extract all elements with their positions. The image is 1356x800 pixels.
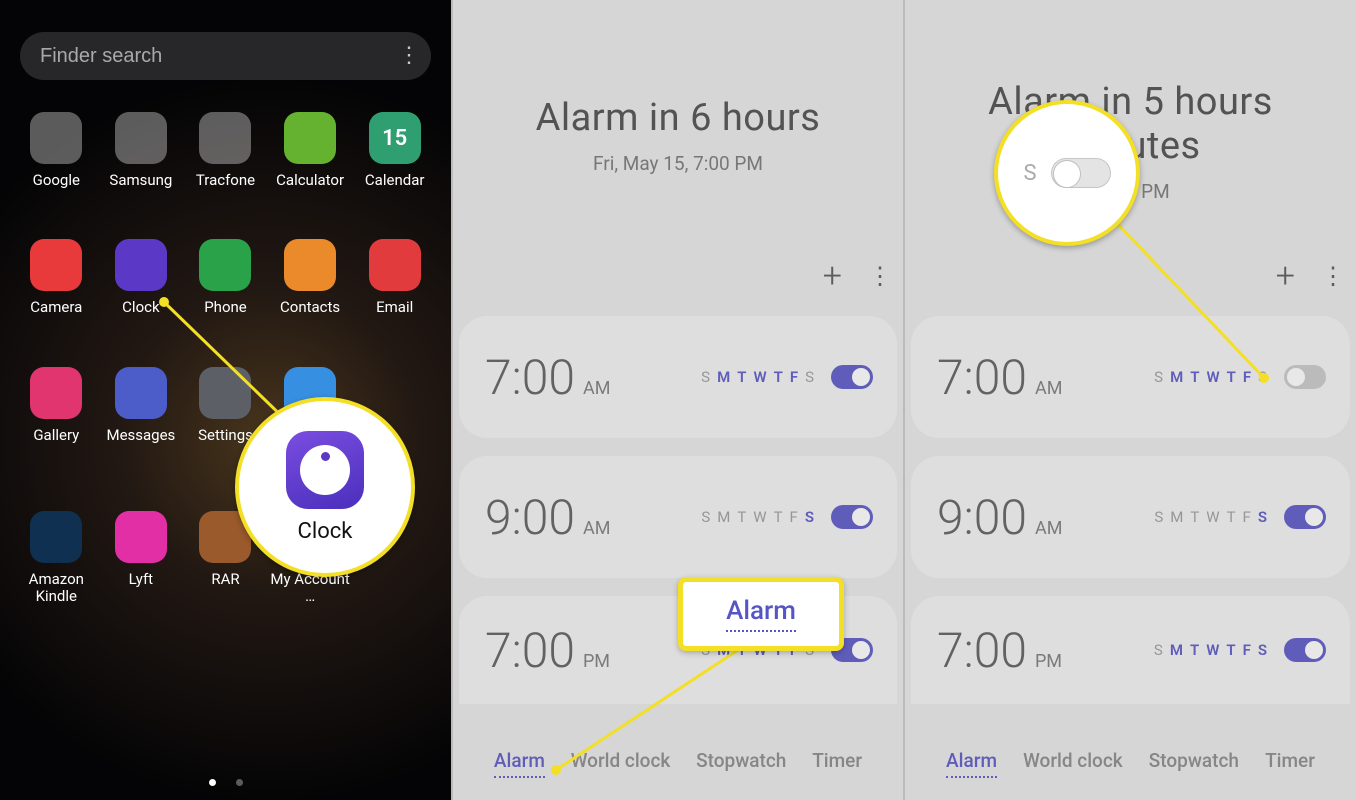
app-icon bbox=[30, 511, 82, 563]
finder-search-bar[interactable]: ⋮ bbox=[20, 32, 431, 80]
alarm-row[interactable]: 9:00AM SMTWTFS bbox=[911, 456, 1350, 578]
callout-clock-label: Clock bbox=[298, 519, 353, 544]
app-icon bbox=[115, 112, 167, 164]
app-label: Gallery bbox=[33, 427, 79, 444]
callout-day-s: S bbox=[1023, 161, 1036, 186]
alarm-days: SMTWTFS bbox=[701, 368, 815, 386]
app-label: Clock bbox=[122, 299, 159, 316]
app-icon bbox=[199, 112, 251, 164]
app-icon: 15 bbox=[369, 112, 421, 164]
alarm-time: 9:00AM bbox=[937, 489, 1062, 546]
app-icon bbox=[284, 112, 336, 164]
app-google[interactable]: Google bbox=[14, 112, 98, 189]
app-icon bbox=[284, 239, 336, 291]
app-label: RAR bbox=[211, 571, 239, 588]
app-calculator[interactable]: Calculator bbox=[268, 112, 352, 189]
alarm-time: 7:00AM bbox=[485, 349, 610, 406]
alarm-header-title: Alarm in 5 hours bbox=[905, 80, 1356, 124]
alarm-actions: + ⋮ bbox=[453, 252, 889, 300]
app-samsung[interactable]: Samsung bbox=[99, 112, 183, 189]
app-icon bbox=[30, 112, 82, 164]
app-label: My Account … bbox=[268, 571, 352, 606]
app-label: Samsung bbox=[109, 172, 172, 189]
clock-panel-after: Alarm in 5 hours minutes , 7:00 PM + ⋮ 7… bbox=[903, 0, 1356, 800]
app-label: Google bbox=[33, 172, 80, 189]
app-icon bbox=[369, 239, 421, 291]
alarm-header-subtitle: Fri, May 15, 7:00 PM bbox=[453, 152, 903, 175]
tab-timer[interactable]: Timer bbox=[1265, 749, 1315, 778]
app-label: Camera bbox=[30, 299, 82, 316]
alarm-toggle[interactable] bbox=[831, 505, 873, 529]
callout-clock-app: Clock bbox=[235, 397, 415, 577]
app-calendar[interactable]: 15 Calendar bbox=[353, 112, 437, 189]
tab-alarm[interactable]: Alarm bbox=[494, 749, 545, 778]
app-lyft[interactable]: Lyft bbox=[99, 511, 183, 606]
app-camera[interactable]: Camera bbox=[14, 239, 98, 316]
tab-alarm[interactable]: Alarm bbox=[946, 749, 997, 778]
callout-toggle-off: S bbox=[994, 100, 1140, 246]
app-label: Calendar bbox=[365, 172, 425, 189]
callout-alarm-tab: Alarm bbox=[678, 577, 844, 651]
finder-search-input[interactable] bbox=[40, 45, 398, 68]
alarm-row[interactable]: 7:00AM SMTWTFS bbox=[459, 316, 897, 438]
app-tracfone[interactable]: Tracfone bbox=[183, 112, 267, 189]
clock-tabs: Alarm World clock Stopwatch Timer bbox=[905, 749, 1356, 778]
callout-alarm-label: Alarm bbox=[726, 596, 796, 632]
page-indicator bbox=[209, 779, 243, 786]
alarm-toggle[interactable] bbox=[1284, 365, 1326, 389]
alarm-toggle[interactable] bbox=[1284, 638, 1326, 662]
toggle-icon bbox=[1051, 158, 1111, 188]
app-label: Calculator bbox=[276, 172, 344, 189]
alarm-time: 9:00AM bbox=[485, 489, 610, 546]
app-label: Settings bbox=[198, 427, 253, 444]
app-icon bbox=[199, 239, 251, 291]
app-drawer-panel: ⋮ Google Samsung Tracfone Calculator 15 Calen… bbox=[0, 0, 451, 800]
app-label: Messages bbox=[106, 427, 175, 444]
alarm-days: SMTWTFS bbox=[1154, 508, 1268, 526]
app-phone[interactable]: Phone bbox=[183, 239, 267, 316]
app-amazon-kindle[interactable]: Amazon Kindle bbox=[14, 511, 98, 606]
clock-icon bbox=[286, 431, 364, 509]
alarm-time: 7:00PM bbox=[937, 622, 1062, 679]
app-label: Amazon Kindle bbox=[14, 571, 98, 606]
tab-stopwatch[interactable]: Stopwatch bbox=[696, 749, 786, 778]
alarm-list: 7:00AM SMTWTFS 9:00AM SMTWTFS 7:00PM SMTWTFS bbox=[905, 316, 1356, 704]
app-gallery[interactable]: Gallery bbox=[14, 367, 98, 462]
app-icon bbox=[115, 511, 167, 563]
alarm-actions: + ⋮ bbox=[905, 252, 1342, 300]
alarm-header: Alarm in 6 hours Fri, May 15, 7:00 PM bbox=[453, 96, 903, 175]
alarm-time: 7:00AM bbox=[937, 349, 1062, 406]
alarm-row[interactable]: 7:00PM SMTWTFS bbox=[911, 596, 1350, 704]
tab-timer[interactable]: Timer bbox=[812, 749, 862, 778]
clock-tabs: Alarm World clock Stopwatch Timer bbox=[453, 749, 903, 778]
clock-panel-before: Alarm in 6 hours Fri, May 15, 7:00 PM + … bbox=[451, 0, 903, 800]
tab-world-clock[interactable]: World clock bbox=[571, 749, 671, 778]
app-label: Lyft bbox=[129, 571, 153, 588]
tab-world-clock[interactable]: World clock bbox=[1023, 749, 1123, 778]
app-icon bbox=[115, 367, 167, 419]
alarm-row[interactable]: 9:00AM SMTWTFS bbox=[459, 456, 897, 578]
app-label: Email bbox=[376, 299, 413, 316]
alarm-row[interactable]: 7:00AM SMTWTFS bbox=[911, 316, 1350, 438]
alarm-time: 7:00PM bbox=[485, 622, 610, 679]
alarm-days: SMTWTFS bbox=[701, 508, 815, 526]
app-label: Tracfone bbox=[196, 172, 255, 189]
app-icon bbox=[115, 239, 167, 291]
app-messages[interactable]: Messages bbox=[99, 367, 183, 462]
alarm-days: SMTWTFS bbox=[1154, 641, 1268, 659]
tab-stopwatch[interactable]: Stopwatch bbox=[1149, 749, 1239, 778]
alarm-toggle[interactable] bbox=[831, 365, 873, 389]
app-icon bbox=[30, 367, 82, 419]
app-label: Contacts bbox=[280, 299, 340, 316]
alarm-header-title: Alarm in 6 hours bbox=[453, 96, 903, 140]
alarm-days: SMTWTFS bbox=[1154, 368, 1268, 386]
app-contacts[interactable]: Contacts bbox=[268, 239, 352, 316]
app-icon bbox=[30, 239, 82, 291]
app-email[interactable]: Email bbox=[353, 239, 437, 316]
alarm-toggle[interactable] bbox=[1284, 505, 1326, 529]
app-icon bbox=[199, 367, 251, 419]
app-label: Phone bbox=[204, 299, 247, 316]
app-clock[interactable]: Clock bbox=[99, 239, 183, 316]
